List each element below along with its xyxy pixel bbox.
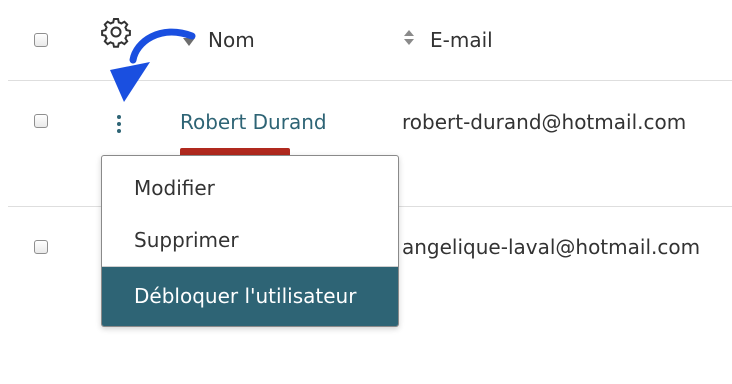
user-email: angelique-laval@hotmail.com xyxy=(402,235,701,259)
sort-icon[interactable] xyxy=(402,27,416,49)
user-table-screen: Nom E-mail Robert Durand robert-durand@h… xyxy=(0,0,732,384)
menu-item-modifier[interactable]: Modifier xyxy=(102,176,398,200)
column-header-name[interactable]: Nom xyxy=(208,28,255,52)
kebab-menu-icon[interactable] xyxy=(115,115,123,135)
menu-item-debloquer[interactable]: Débloquer l'utilisateur xyxy=(102,267,398,326)
column-header-email[interactable]: E-mail xyxy=(430,28,493,52)
menu-item-supprimer[interactable]: Supprimer xyxy=(102,228,398,252)
gear-icon[interactable] xyxy=(100,16,132,48)
header-divider xyxy=(8,80,732,81)
row-checkbox[interactable] xyxy=(34,114,48,128)
user-email: robert-durand@hotmail.com xyxy=(402,110,687,134)
sort-desc-icon[interactable] xyxy=(182,30,196,52)
user-name-link[interactable]: Robert Durand xyxy=(180,110,327,134)
row-checkbox[interactable] xyxy=(34,240,48,254)
row-actions-menu: Modifier Supprimer Débloquer l'utilisate… xyxy=(101,155,399,327)
select-all-checkbox[interactable] xyxy=(34,33,48,47)
